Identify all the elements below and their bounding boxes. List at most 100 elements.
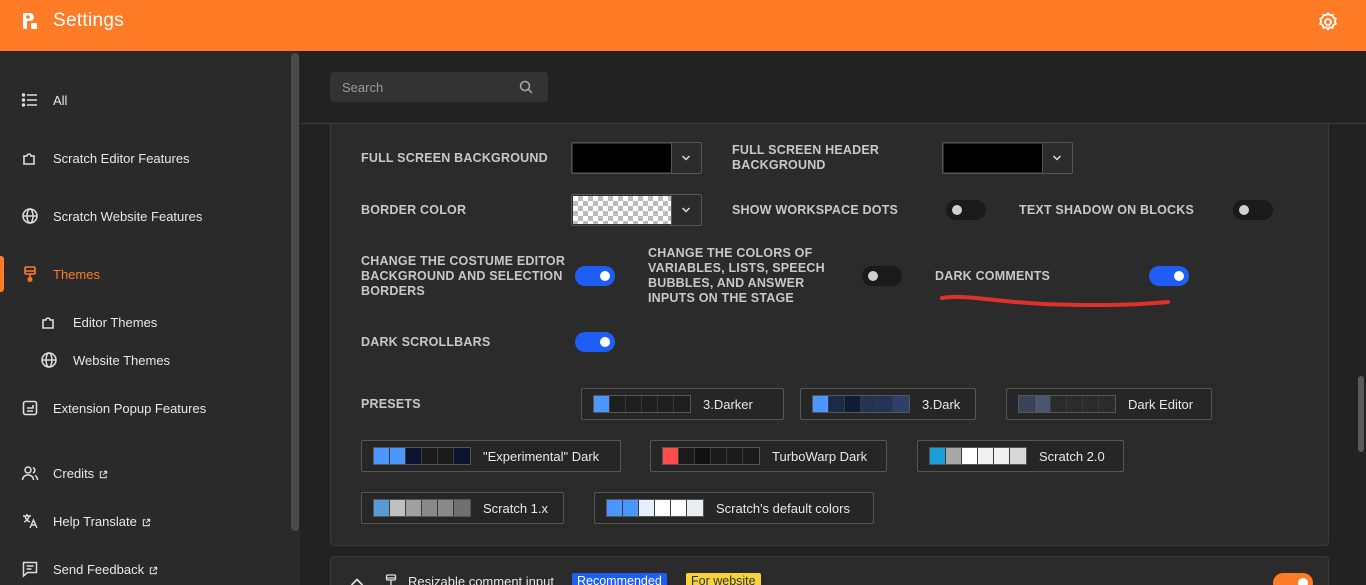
preset-color-swatch bbox=[374, 500, 390, 516]
preset-scratch-2-button[interactable]: Scratch 2.0 bbox=[917, 440, 1124, 472]
transparent-color-swatch[interactable] bbox=[573, 196, 671, 224]
preset-swatches bbox=[1018, 395, 1116, 413]
text-shadow-on-blocks-toggle[interactable] bbox=[1233, 200, 1273, 220]
preset-experimental-dark-button[interactable]: "Experimental" Dark bbox=[361, 440, 621, 472]
preset-color-swatch bbox=[946, 448, 962, 464]
toggle-knob bbox=[600, 271, 610, 281]
sidebar-item-extension-popup-features[interactable]: Extension Popup Features bbox=[0, 388, 288, 428]
preset-color-swatch bbox=[845, 396, 861, 412]
toggle-knob bbox=[1174, 271, 1184, 281]
gear-icon[interactable] bbox=[1317, 11, 1339, 33]
dark-comments-toggle[interactable] bbox=[1149, 266, 1189, 286]
preset-swatches bbox=[593, 395, 691, 413]
preset-color-swatch bbox=[422, 448, 438, 464]
sidebar-item-credits[interactable]: Credits bbox=[0, 453, 288, 493]
sidebar-item-label: Scratch Editor Features bbox=[53, 150, 190, 166]
preset-swatches bbox=[373, 447, 471, 465]
feedback-icon bbox=[22, 561, 38, 578]
color-swatch[interactable] bbox=[573, 144, 671, 172]
addon-row-resizable-comment-input[interactable]: Resizable comment input Recommended For … bbox=[330, 556, 1329, 585]
sidebar-item-label: Send Feedback bbox=[53, 562, 158, 577]
chevron-down-icon bbox=[1052, 155, 1062, 161]
search-input[interactable] bbox=[330, 72, 515, 102]
show-workspace-dots-toggle[interactable] bbox=[946, 200, 986, 220]
sidebar-item-themes[interactable]: Themes bbox=[0, 254, 288, 294]
dark-scrollbars-toggle[interactable] bbox=[575, 332, 615, 352]
costume-editor-toggle[interactable] bbox=[575, 266, 615, 286]
dropdown-button[interactable] bbox=[671, 143, 701, 173]
recommended-badge: Recommended bbox=[572, 573, 667, 585]
preset-color-swatch bbox=[1051, 396, 1067, 412]
preset-color-swatch bbox=[663, 448, 679, 464]
preset-color-swatch bbox=[390, 448, 406, 464]
preset-name: TurboWarp Dark bbox=[772, 448, 868, 464]
main-scrollbar[interactable] bbox=[1358, 376, 1364, 452]
preset-color-swatch bbox=[687, 500, 703, 516]
preset-swatches bbox=[606, 499, 704, 517]
search-icon[interactable] bbox=[519, 80, 533, 94]
presets-label: Presets bbox=[361, 397, 421, 411]
chevron-up-icon[interactable] bbox=[350, 577, 364, 585]
color-swatch[interactable] bbox=[944, 144, 1042, 172]
preset-color-swatch bbox=[390, 500, 406, 516]
stage-colors-toggle[interactable] bbox=[862, 266, 902, 286]
dark-scrollbars-label: Dark scrollbars bbox=[361, 335, 491, 349]
sidebar-item-label: Website Themes bbox=[73, 352, 171, 368]
app-header: Settings bbox=[0, 0, 1366, 51]
list-icon bbox=[21, 93, 37, 107]
preset-scratch-default-colors-button[interactable]: Scratch's default colors bbox=[594, 492, 874, 524]
addons-logo-icon[interactable] bbox=[18, 10, 40, 32]
preset-3-dark-button[interactable]: 3.Dark bbox=[800, 388, 976, 420]
preset-scratch-1x-button[interactable]: Scratch 1.x bbox=[361, 492, 564, 524]
full-screen-background-color-picker[interactable] bbox=[571, 142, 702, 174]
preset-color-swatch bbox=[438, 448, 454, 464]
full-screen-header-background-label: Full screen header background bbox=[732, 143, 880, 172]
globe-icon bbox=[41, 352, 57, 368]
preset-color-swatch bbox=[727, 448, 743, 464]
preset-3-darker-button[interactable]: 3.Darker bbox=[581, 388, 784, 420]
preset-name: Scratch 2.0 bbox=[1039, 448, 1105, 464]
page-title: Settings bbox=[53, 10, 125, 31]
red-annotation-underline bbox=[940, 294, 1170, 308]
preset-color-swatch bbox=[1083, 396, 1099, 412]
preset-color-swatch bbox=[610, 396, 626, 412]
sidebar-item-all[interactable]: All bbox=[0, 80, 288, 120]
search-box bbox=[330, 72, 548, 102]
border-color-picker[interactable] bbox=[571, 194, 702, 226]
preset-color-swatch bbox=[962, 448, 978, 464]
full-screen-header-background-color-picker[interactable] bbox=[942, 142, 1073, 174]
toggle-knob bbox=[868, 271, 878, 281]
preset-name: 3.Darker bbox=[703, 396, 753, 412]
preset-turbowarp-dark-button[interactable]: TurboWarp Dark bbox=[650, 440, 887, 472]
preset-color-swatch bbox=[607, 500, 623, 516]
translate-icon bbox=[23, 514, 38, 529]
preset-color-swatch bbox=[1010, 448, 1026, 464]
addon-name: Resizable comment input bbox=[408, 574, 554, 585]
sidebar-item-editor-themes[interactable]: Editor Themes bbox=[0, 302, 288, 342]
addon-enable-toggle[interactable] bbox=[1273, 573, 1313, 585]
brush-icon bbox=[385, 574, 397, 585]
sidebar-item-scratch-website-features[interactable]: Scratch Website Features bbox=[0, 196, 288, 236]
preset-color-swatch bbox=[679, 448, 695, 464]
sidebar-item-scratch-editor-features[interactable]: Scratch Editor Features bbox=[0, 138, 288, 178]
sidebar-scrollbar[interactable] bbox=[291, 53, 299, 531]
sidebar-item-text: Send Feedback bbox=[53, 561, 145, 577]
preset-color-swatch bbox=[695, 448, 711, 464]
preset-dark-editor-button[interactable]: Dark Editor bbox=[1006, 388, 1212, 420]
preset-color-swatch bbox=[1019, 396, 1035, 412]
preset-color-swatch bbox=[422, 500, 438, 516]
preset-color-swatch bbox=[374, 448, 390, 464]
sidebar: All Scratch Editor Features Scratch Webs… bbox=[0, 51, 300, 585]
toggle-knob bbox=[1239, 205, 1249, 215]
sidebar-item-help-translate[interactable]: Help Translate bbox=[0, 501, 288, 541]
preset-name: Scratch 1.x bbox=[483, 500, 549, 516]
preset-color-swatch bbox=[454, 500, 470, 516]
chevron-down-icon bbox=[681, 155, 691, 161]
sidebar-item-website-themes[interactable]: Website Themes bbox=[0, 340, 288, 380]
preset-swatches bbox=[662, 447, 760, 465]
dropdown-button[interactable] bbox=[671, 195, 701, 225]
sidebar-item-send-feedback[interactable]: Send Feedback bbox=[0, 549, 288, 585]
sidebar-item-text: Credits bbox=[53, 465, 95, 481]
dropdown-button[interactable] bbox=[1042, 143, 1072, 173]
stage-colors-label: Change the colors of variables, lists, s… bbox=[648, 246, 825, 305]
